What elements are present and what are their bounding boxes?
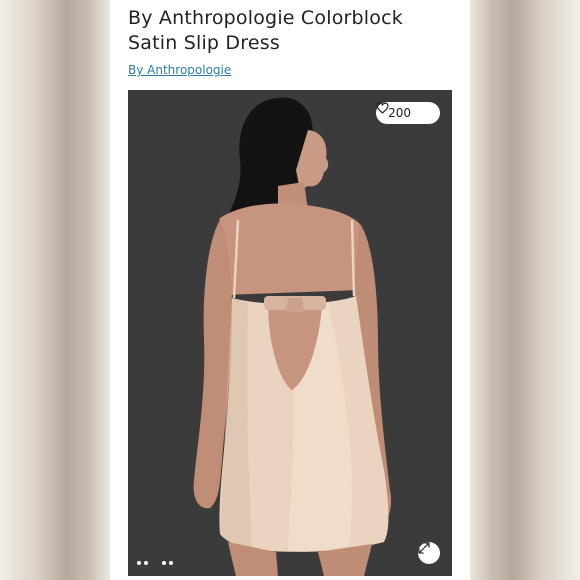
photo-pagination[interactable] bbox=[137, 561, 183, 565]
pagination-group-1[interactable] bbox=[137, 561, 148, 565]
pagination-group-2[interactable] bbox=[162, 561, 173, 565]
listing-card: By Anthropologie Colorblock Satin Slip D… bbox=[110, 0, 470, 580]
blurred-background-left bbox=[0, 0, 110, 580]
heart-outline-icon bbox=[376, 102, 430, 119]
like-button[interactable]: 200 bbox=[376, 102, 440, 124]
model-illustration bbox=[128, 90, 452, 576]
expand-photo-button[interactable] bbox=[418, 542, 440, 564]
listing-title: By Anthropologie Colorblock Satin Slip D… bbox=[128, 7, 403, 54]
pagination-dot[interactable] bbox=[162, 561, 166, 565]
pagination-dot[interactable] bbox=[169, 561, 173, 565]
pagination-dot[interactable] bbox=[137, 561, 141, 565]
product-photo[interactable]: 200 bbox=[128, 90, 452, 576]
blurred-background-right bbox=[470, 0, 580, 580]
like-count: 200 bbox=[388, 106, 411, 120]
brand-link[interactable]: By Anthropologie bbox=[128, 63, 231, 77]
pagination-dot[interactable] bbox=[144, 561, 148, 565]
